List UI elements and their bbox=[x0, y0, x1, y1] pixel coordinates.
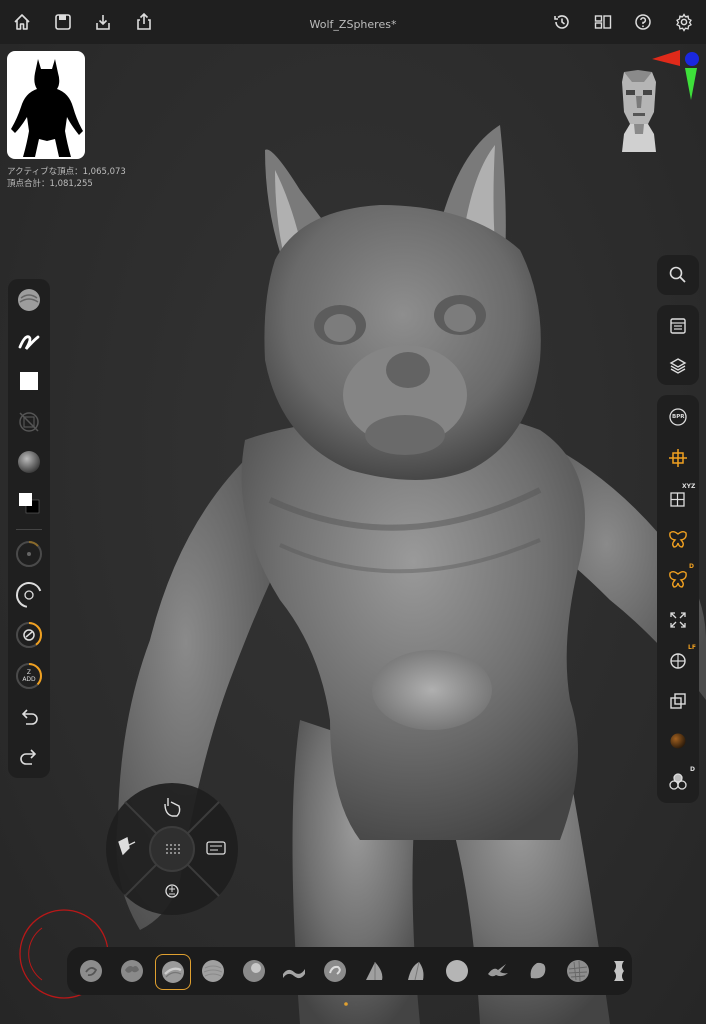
alpha-icon[interactable] bbox=[13, 365, 45, 397]
left-toolbar: Z ADD bbox=[8, 279, 50, 778]
top-bar: Wolf_ZSpheres* bbox=[0, 0, 706, 44]
material-icon[interactable] bbox=[13, 446, 45, 478]
right-view-group: BPR XYZ D LF D bbox=[657, 395, 699, 803]
settings-icon[interactable] bbox=[670, 8, 698, 36]
vertex-stats: アクティブな頂点：1,065,073 頂点合計：1,081,255 bbox=[7, 166, 126, 190]
clay-buildup-brush[interactable] bbox=[74, 954, 108, 988]
subtool-list-icon[interactable] bbox=[662, 310, 694, 342]
brush-icon[interactable] bbox=[13, 284, 45, 316]
undo-icon[interactable] bbox=[13, 701, 45, 733]
active-points-label: アクティブな頂点：1,065,073 bbox=[7, 167, 126, 177]
material-sphere-icon[interactable] bbox=[662, 725, 694, 757]
axis-z-dot bbox=[685, 52, 699, 66]
draw-size-dial[interactable] bbox=[13, 538, 45, 570]
xyz-icon[interactable]: XYZ bbox=[662, 482, 695, 514]
brush-page-indicator[interactable] bbox=[343, 1001, 363, 1007]
layers-icon[interactable] bbox=[662, 350, 694, 382]
imm-brush[interactable] bbox=[602, 954, 636, 988]
clay-brush[interactable] bbox=[115, 954, 149, 988]
symmetry-icon[interactable] bbox=[662, 523, 694, 555]
zadd-label: Z ADD bbox=[22, 669, 36, 683]
zbrush-canvas[interactable]: Wolf_ZSpheres* アクティブな頂点：1,065,073 頂点合計：1… bbox=[0, 0, 706, 1024]
zadd-dial[interactable]: Z ADD bbox=[13, 660, 45, 692]
right-subtool-group bbox=[657, 305, 699, 385]
tool-thumbnail[interactable] bbox=[7, 51, 85, 159]
texture-off-icon[interactable] bbox=[13, 406, 45, 438]
move-brush[interactable] bbox=[318, 954, 352, 988]
inflate-brush[interactable] bbox=[237, 954, 271, 988]
solo-icon[interactable]: D bbox=[662, 766, 695, 798]
stroke-icon[interactable] bbox=[13, 325, 45, 357]
trim-brush[interactable] bbox=[358, 954, 392, 988]
bpr-icon[interactable]: BPR bbox=[662, 401, 694, 433]
color-icon[interactable] bbox=[13, 487, 45, 519]
layout-icon[interactable] bbox=[589, 8, 617, 36]
focal-shift-dial[interactable] bbox=[13, 579, 45, 611]
local-icon[interactable]: LF bbox=[662, 644, 696, 676]
axis-y-arrow bbox=[685, 68, 697, 100]
snake-hook-brush[interactable] bbox=[480, 954, 514, 988]
brush-palette bbox=[67, 947, 632, 995]
intensity-dial[interactable] bbox=[13, 619, 45, 651]
smooth-brush[interactable] bbox=[196, 954, 230, 988]
axis-x-arrow bbox=[652, 50, 680, 66]
help-icon[interactable] bbox=[629, 8, 657, 36]
sphere-brush[interactable] bbox=[440, 954, 474, 988]
radial-symmetry-icon[interactable]: D bbox=[662, 563, 694, 595]
radial-menu[interactable] bbox=[105, 782, 239, 916]
redo-icon[interactable] bbox=[13, 741, 45, 773]
dam-standard-brush[interactable] bbox=[277, 954, 311, 988]
hpolish-brush[interactable] bbox=[561, 954, 595, 988]
total-points-label: 頂点合計：1,081,255 bbox=[7, 179, 93, 189]
history-icon[interactable] bbox=[548, 8, 576, 36]
right-search-group bbox=[657, 255, 699, 295]
search-icon[interactable] bbox=[662, 259, 694, 291]
transform-icon[interactable] bbox=[662, 442, 694, 474]
polyframe-icon[interactable] bbox=[662, 685, 694, 717]
wolf-silhouette-icon bbox=[11, 59, 83, 157]
fit-icon[interactable] bbox=[662, 604, 694, 636]
standard-brush[interactable] bbox=[155, 954, 191, 990]
divider bbox=[16, 529, 42, 530]
pinch-brush[interactable] bbox=[399, 954, 433, 988]
flatten-brush[interactable] bbox=[521, 954, 555, 988]
axis-gizmo[interactable] bbox=[648, 46, 702, 102]
